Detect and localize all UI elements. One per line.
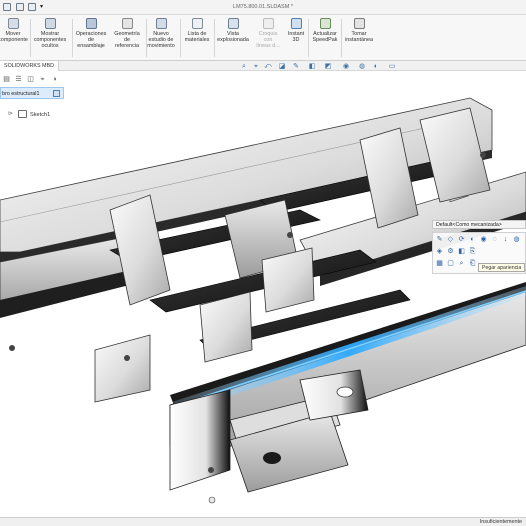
assembly-operations-label: Operaciones de ensamblaje: [75, 31, 107, 50]
structural-member-item[interactable]: bro estructural1: [0, 87, 64, 99]
isolate-icon[interactable]: ▦: [435, 259, 444, 268]
paste-appearance-tooltip: Pegar apariencia: [478, 263, 526, 272]
instant3d-button[interactable]: Instant 3D: [284, 18, 308, 43]
exploded-view-icon: [227, 18, 239, 29]
snapshot-label: Tomar instantánea: [345, 31, 373, 44]
bill-of-materials-label: Lista de materiales: [184, 31, 210, 44]
zoom-to-fit-icon[interactable]: ⌕: [240, 63, 248, 71]
edit-part-icon[interactable]: ✎: [435, 235, 444, 244]
window-title: LM75.800.01.SLDASM *: [233, 4, 293, 10]
bolt: [287, 232, 293, 238]
tab-solidworks-mbd[interactable]: SOLIDWORKS MBD: [0, 61, 60, 71]
previous-view-icon[interactable]: ⤺: [264, 63, 272, 71]
snapshot-icon: [353, 18, 365, 29]
copy-appearance-icon[interactable]: ⎘: [468, 247, 477, 256]
context-toolbar-title: Default<Como mecanizada>: [432, 220, 526, 229]
show-hidden-icon: [44, 18, 56, 29]
property-manager-icon[interactable]: ☰: [14, 75, 23, 84]
display-manager-icon[interactable]: ◑: [50, 75, 59, 84]
explode-line-sketch-button[interactable]: Croquis con líneas d...: [253, 18, 283, 50]
show-icon[interactable]: ◉: [479, 235, 488, 244]
reference-geometry-button[interactable]: Geometría de referencia: [108, 18, 146, 50]
bill-of-materials-button[interactable]: Lista de materiales: [180, 18, 214, 43]
assembly-features-icon: [85, 18, 97, 29]
appearance-icon[interactable]: ◍: [512, 235, 521, 244]
feature-tree-flyout: ▤ ☰ ◫ ⌖ ◑ bro estructural1 ⊳ Sketch1: [0, 73, 70, 133]
view-settings-icon[interactable]: ▭: [388, 63, 396, 71]
zoom-selection-icon[interactable]: ⌕: [457, 259, 466, 268]
structural-member-label: bro estructural1: [2, 91, 40, 97]
sketch-label: Sketch1: [30, 112, 51, 118]
front-end-plate[interactable]: [169, 389, 231, 491]
reference-geometry-label: Geometría de referencia: [114, 31, 140, 50]
paste-appearance-icon[interactable]: ⎗: [468, 259, 477, 268]
command-tabs: SOLIDWORKS MBD: [0, 61, 526, 71]
status-text: Insuficientemente: [479, 519, 522, 525]
move-component-icon: [7, 18, 19, 29]
title-bar: ▾ LM75.800.01.SLDASM *: [0, 0, 526, 15]
speedpak-label: Actualizar SpeedPak: [312, 31, 338, 44]
feature-manager-icon[interactable]: ▤: [2, 75, 11, 84]
motion-study-icon: [155, 18, 167, 29]
edit-appearance-icon[interactable]: ◍: [358, 63, 366, 71]
mate-icon[interactable]: ⚙: [446, 247, 455, 256]
select-icon[interactable]: ▢: [446, 259, 455, 268]
section-view-icon[interactable]: ◪: [278, 63, 286, 71]
assembly-operations-button[interactable]: Operaciones de ensamblaje: [72, 18, 110, 50]
transparency-icon[interactable]: ◌: [490, 235, 499, 244]
take-snapshot-button[interactable]: Tomar instantánea: [340, 18, 378, 43]
color-icon[interactable]: ◈: [435, 247, 444, 256]
appearance-context-toolbar: Default<Como mecanizada> ✎ ◇ ⟳ ◐ ◉ ◌ ↓ ◍…: [432, 220, 526, 276]
dim-xpert-icon[interactable]: ⌖: [38, 75, 47, 84]
explode-line-sketch-label: Croquis con líneas d...: [256, 31, 280, 50]
explode-line-sketch-icon: [262, 18, 274, 29]
update-speedpak-button[interactable]: Actualizar SpeedPak: [308, 18, 342, 43]
down-arrow-icon[interactable]: ↓: [501, 235, 510, 244]
command-manager-ribbon: Mover componente Mostrar componentes ocu…: [0, 15, 526, 61]
motion-study-label: Nuevo estudio de movimiento: [147, 31, 175, 50]
expand-icon[interactable]: ⊳: [8, 110, 16, 118]
show-hidden-components-button[interactable]: Mostrar componentes ocultos: [30, 18, 70, 50]
display-style-icon[interactable]: ◩: [324, 63, 332, 71]
sketch-tool-icon[interactable]: ◇: [446, 235, 455, 244]
instant3d-icon: [290, 18, 302, 29]
instant3d-label: Instant 3D: [287, 31, 305, 44]
move-component-button[interactable]: Mover componente: [0, 18, 30, 43]
status-bar: Insuficientemente: [0, 517, 526, 526]
view-icon[interactable]: ◧: [457, 247, 466, 256]
hide-show-items-icon[interactable]: ◉: [342, 63, 350, 71]
view-orientation-icon[interactable]: ◧: [308, 63, 316, 71]
exploded-view-button[interactable]: Vista explosionada: [213, 18, 253, 43]
hide-icon[interactable]: ◐: [468, 235, 477, 244]
apply-scene-icon[interactable]: ◐: [372, 63, 380, 71]
confirm-icon[interactable]: [53, 90, 60, 97]
bolt: [208, 467, 214, 473]
speedpak-icon: [319, 18, 331, 29]
bolt: [124, 355, 130, 361]
bolt: [208, 496, 216, 504]
dynamic-annotation-icon[interactable]: ✎: [292, 63, 300, 71]
frame-3d-model: [0, 97, 526, 504]
reference-geometry-icon: [121, 18, 133, 29]
exploded-view-label: Vista explosionada: [217, 31, 249, 44]
config-manager-icon[interactable]: ◫: [26, 75, 35, 84]
bill-of-materials-icon: [191, 18, 203, 29]
move-component-label: Mover componente: [0, 31, 28, 44]
bolt: [9, 345, 15, 351]
zoom-to-area-icon[interactable]: ⌖: [252, 63, 260, 71]
bracket-f[interactable]: [199, 291, 253, 363]
sketch-icon: [18, 110, 27, 118]
lug-hole: [336, 386, 354, 398]
graphics-area[interactable]: [0, 73, 526, 517]
hinge-hole: [263, 452, 281, 464]
rebuild-icon[interactable]: ⟳: [457, 235, 466, 244]
new-motion-study-button[interactable]: Nuevo estudio de movimiento: [143, 18, 179, 50]
bracket-e[interactable]: [94, 334, 151, 403]
bolt: [480, 152, 486, 158]
show-hidden-label: Mostrar componentes ocultos: [33, 31, 67, 50]
